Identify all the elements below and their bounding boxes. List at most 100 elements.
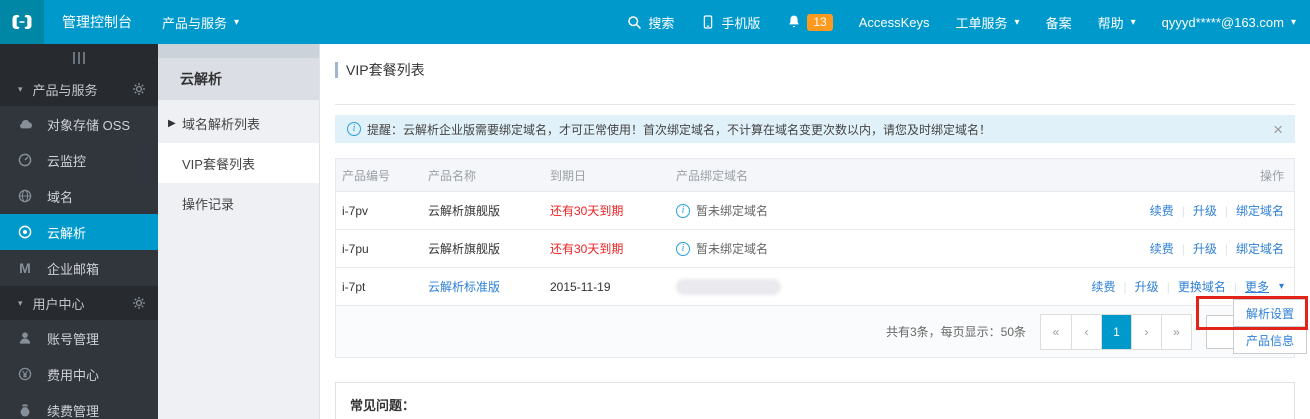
sidebar-item-billing[interactable]: 费用中心 [0,356,158,392]
faq-title: 常见问题： [350,398,416,413]
mobile-version-button[interactable]: 手机版 [700,13,760,32]
more-dropdown-trigger[interactable]: 更多 [1245,278,1269,295]
sidebar-item-label: 企业邮箱 [47,261,100,277]
bind-domain-link[interactable]: 绑定域名 [1236,240,1284,257]
secondary-sidebar: 云解析 ▶ 域名解析列表 VIP套餐列表 操作记录 [158,44,320,419]
action-separator: | [1233,279,1237,294]
action-separator: | [1181,241,1185,256]
table-row: i-7pu 云解析旗舰版 还有30天到期 i 暂未绑定域名 续费 | 升级 | 绑定域… [336,229,1294,267]
page-next-button[interactable]: › [1131,314,1161,349]
action-separator: | [1166,279,1170,294]
mail-m-icon: M [19,260,31,276]
sidebar-item-renew[interactable]: 续费管理 [0,392,158,419]
product-id: i-7pt [342,279,366,294]
expire-date: 还有30天到期 [550,242,624,256]
sidebar-item-label: 云监控 [47,153,87,169]
table-row: i-7pv 云解析旗舰版 还有30天到期 i 暂未绑定域名 续费 | 升级 | 绑定域… [336,191,1294,229]
title-accent-bar [335,62,338,78]
search-button[interactable]: 搜索 [626,13,674,32]
chevron-right-icon: ▶ [168,117,176,129]
col-header-bound-domain: 产品绑定域名 [676,168,749,183]
dns-icon [16,223,34,241]
sidebar-item-label: 对象存储 OSS [47,117,131,133]
bound-domain: 暂未绑定域名 [696,242,769,256]
page-title: VIP套餐列表 [346,62,425,78]
nav-products-menu[interactable]: 产品与服务 ▾ [162,13,239,32]
sidebar-item-domain[interactable]: 域名 [0,178,158,214]
page-number-button[interactable]: 1 [1101,314,1131,349]
globe-icon [16,187,34,205]
renew-link[interactable]: 续费 [1150,240,1174,257]
table-footer: 共有3条，每页显示：50条 « ‹ 1 › » [336,305,1294,357]
sidebar-item-label: 费用中心 [47,367,100,383]
gear-icon[interactable] [132,296,146,310]
col-header-product-id: 产品编号 [342,168,391,183]
menu-item-product-info[interactable]: 产品信息 [1233,326,1307,354]
upgrade-link[interactable]: 升级 [1193,202,1217,219]
sidebar-item-enterprise-mail[interactable]: M 企业邮箱 [0,250,158,286]
chevron-down-icon: ▾ [234,16,240,28]
sidebar-group-label: 产品与服务 [32,82,98,98]
expire-date: 还有30天到期 [550,204,624,218]
expire-date: 2015-11-19 [550,279,611,294]
nav-beian[interactable]: 备案 [1046,13,1072,32]
pagination-summary: 共有3条，每页显示：50条 [885,325,1026,339]
aliyun-logo[interactable] [0,0,44,44]
renew-link[interactable]: 续费 [1092,278,1116,295]
bell-icon [786,14,802,30]
search-icon [626,14,643,31]
bound-domain: 暂未绑定域名 [696,204,769,218]
sidebar-group-user-center[interactable]: ▾ 用户中心 [0,286,158,320]
subnav-item-operation-log[interactable]: 操作记录 [158,183,319,223]
page-first-button[interactable]: « [1041,314,1071,349]
alert-text: 提醒：云解析企业版需要绑定域名，才可正常使用！首次绑定域名，不计算在域名变更次数… [367,122,992,137]
topbar: 管理控制台 产品与服务 ▾ 搜索 手机版 13 AccessKeys 工单服务 ▾ … [0,0,1310,44]
nav-tickets-menu[interactable]: 工单服务 ▾ [956,13,1020,32]
sidebar-item-label: 续费管理 [47,403,100,419]
subnav-item-label: VIP套餐列表 [182,156,255,172]
sidebar-item-label: 域名 [47,189,74,205]
col-header-actions: 操作 [1259,168,1284,183]
nav-accesskeys[interactable]: AccessKeys [859,15,930,30]
page-last-button[interactable]: » [1161,314,1191,349]
subnav-item-label: 操作记录 [182,196,235,212]
upgrade-link[interactable]: 升级 [1135,278,1159,295]
bind-domain-link[interactable]: 绑定域名 [1236,202,1284,219]
pagination: « ‹ 1 › » [1040,313,1192,350]
menu-item-resolve-settings[interactable]: 解析设置 [1233,299,1307,327]
bind-domain-alert: i 提醒：云解析企业版需要绑定域名，才可正常使用！首次绑定域名，不计算在域名变更… [335,115,1295,143]
sidebar-item-oss[interactable]: 对象存储 OSS [0,106,158,142]
sidebar-item-account[interactable]: 账号管理 [0,320,158,356]
chevron-down-icon: ▾ [1290,16,1296,28]
chevron-down-icon: ▾ [1278,281,1284,292]
sidebar-collapse-handle[interactable] [0,44,158,72]
renew-link[interactable]: 续费 [1150,202,1174,219]
vip-package-table: 产品编号 产品名称 到期日 产品绑定域名 操作 i-7pv 云解析旗舰版 还有3… [335,158,1295,358]
upgrade-link[interactable]: 升级 [1193,240,1217,257]
sidebar-item-cloud-monitor[interactable]: 云监控 [0,142,158,178]
chevron-down-icon: ▾ [18,297,23,308]
gauge-icon [16,151,34,169]
action-separator: | [1123,279,1127,294]
info-icon: i [676,241,690,256]
nav-help-menu[interactable]: 帮助 ▾ [1098,13,1136,32]
secondary-sidebar-title: 云解析 [158,58,319,100]
user-account-menu[interactable]: qyyyd*****@163.com ▾ [1162,15,1296,30]
notifications-button[interactable]: 13 [786,13,833,31]
chevron-down-icon: ▾ [1014,16,1020,28]
product-name-link[interactable]: 云解析标准版 [428,280,500,294]
close-icon[interactable]: × [1273,121,1283,138]
nav-console[interactable]: 管理控制台 [62,12,132,32]
sidebar-item-cloud-dns[interactable]: 云解析 [0,214,158,250]
sidebar-item-label: 账号管理 [47,331,100,347]
gear-icon[interactable] [132,82,146,96]
main-content: VIP套餐列表 i 提醒：云解析企业版需要绑定域名，才可正常使用！首次绑定域名，… [320,44,1310,419]
subnav-item-domain-resolve-list[interactable]: ▶ 域名解析列表 [158,103,319,143]
subnav-item-vip-package-list[interactable]: VIP套餐列表 [158,143,319,183]
sidebar-group-products[interactable]: ▾ 产品与服务 [0,72,158,106]
page-prev-button[interactable]: ‹ [1071,314,1101,349]
secondary-sidebar-topstrip [158,44,319,58]
yen-circle-icon [16,365,34,383]
change-domain-link[interactable]: 更换域名 [1178,278,1226,295]
product-id: i-7pv [342,203,369,218]
